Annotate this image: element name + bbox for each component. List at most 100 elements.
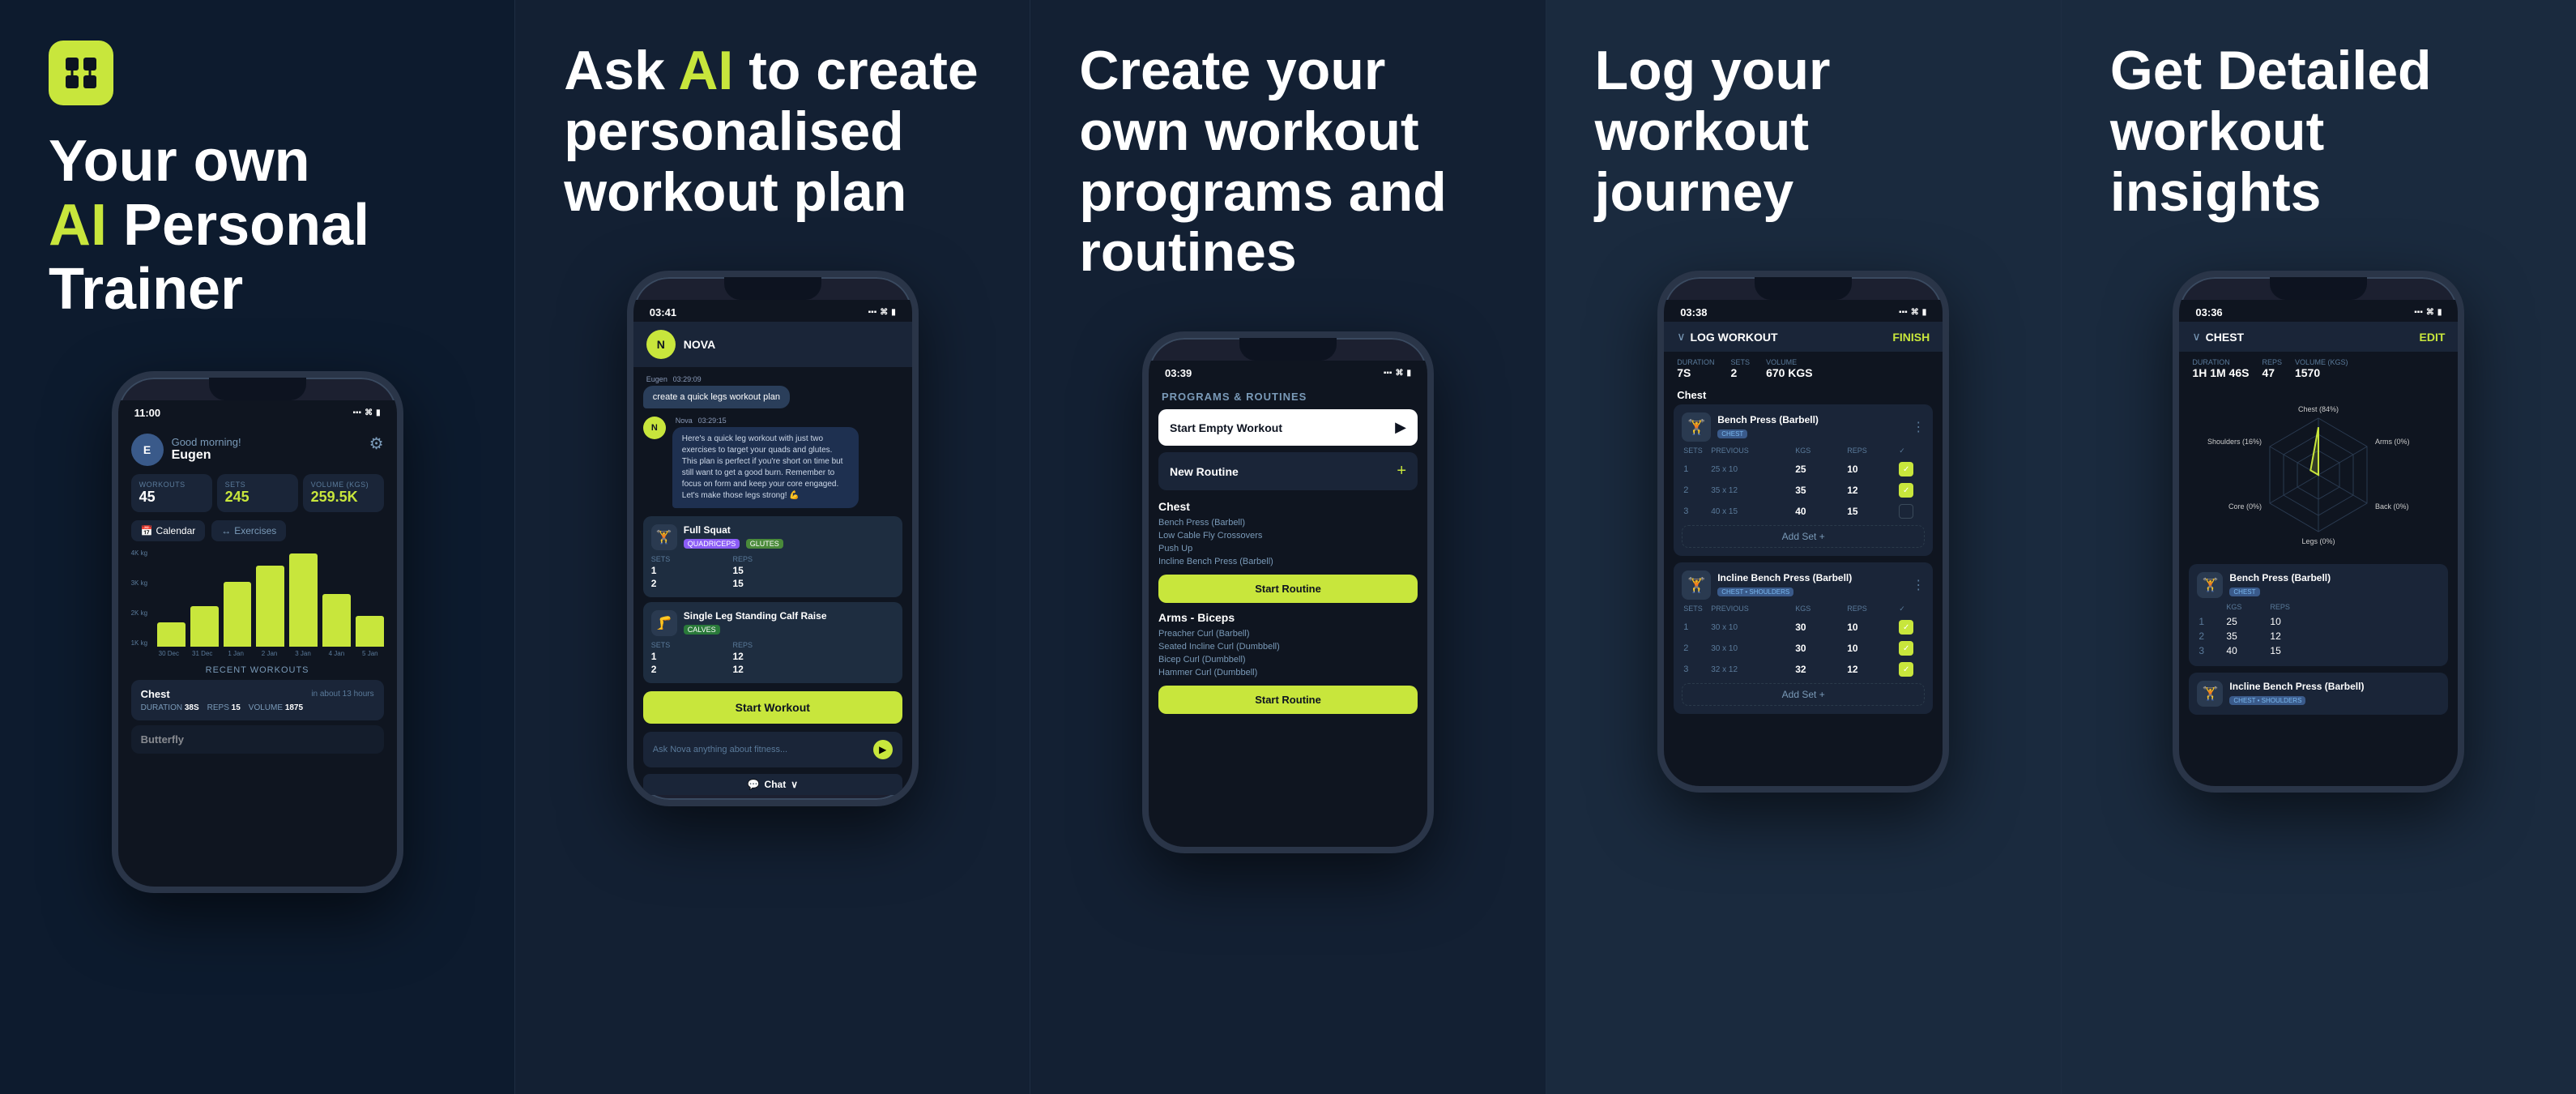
log-incline-name: Incline Bench Press (Barbell) [1717,572,1905,583]
workout-duration: DURATION 38S [141,703,199,712]
chat-send-button[interactable]: ▶ [873,740,893,759]
chest-ex-2: Push Up [1158,542,1418,555]
insights-stats-row: DURATION 1H 1M 46S REPS 47 VOLUME (KGS) … [2179,352,2458,386]
log-workout-title-area: ∨ LOG WORKOUT [1677,330,1777,344]
chest-ex-3: Incline Bench Press (Barbell) [1158,555,1418,568]
ex-icon-calf: 🦵 [651,610,677,636]
radar-chart: Chest (84%) Arms (0%) Back (0%) Legs (0%… [2205,394,2432,556]
log-workout-header: ∨ LOG WORKOUT FINISH [1664,322,1943,352]
stat-volume-label: VOLUME (KGS) [311,481,376,489]
chat-bubble-user: create a quick legs workout plan [643,386,790,408]
tab-calendar[interactable]: 📅 Calendar [131,520,206,541]
phone-5-container: 03:36 ▪▪▪ ⌘ ▮ ∨ CHEST EDIT [2110,271,2527,1053]
chat-header: N NOVA [633,322,912,367]
insights-bench-reps-1: 10 [2270,616,2310,627]
chat-tab-bar[interactable]: 💬 Chat ∨ [643,774,902,795]
wifi-icon-4: ⌘ [1911,308,1919,317]
finish-button[interactable]: FINISH [1892,331,1930,344]
insights-incline-tag: CHEST • SHOULDERS [2229,696,2305,705]
log-bench-name: Bench Press (Barbell) [1717,414,1905,425]
status-icons-4: ▪▪▪ ⌘ ▮ [1899,308,1926,317]
tab-calendar-label: Calendar [156,525,196,536]
chat-input-area[interactable]: Ask Nova anything about fitness... ▶ [643,732,902,767]
bench-add-set-button[interactable]: Add Set + [1682,525,1925,548]
arms-ex-2: Bicep Curl (Dumbbell) [1158,653,1418,666]
workout-reps-val: 15 [232,703,241,712]
insights-bench-tag: CHEST [2229,588,2259,596]
insights-duration-value: 1H 1M 46S [2192,366,2249,379]
incline-check-3[interactable]: ✓ [1899,662,1913,677]
settings-icon[interactable]: ⚙ [369,434,384,454]
log-duration-value: 7S [1677,366,1714,379]
incline-kgs-3: 32 [1795,664,1844,675]
radar-chart-container: Chest (84%) Arms (0%) Back (0%) Legs (0%… [2179,386,2458,564]
incline-add-set-button[interactable]: Add Set + [1682,683,1925,706]
insights-bench-col-headers: KGS REPS [2197,603,2440,611]
tab-exercises[interactable]: ↔ Exercises [211,520,286,541]
svg-text:Chest (84%): Chest (84%) [2298,405,2339,413]
workout-time-0: in about 13 hours [311,690,373,699]
workout-item-butterfly[interactable]: Butterfly [131,725,384,754]
new-routine-button[interactable]: New Routine + [1158,452,1418,490]
bar-3 [256,566,284,647]
chat-tab-chevron: ∨ [791,779,798,790]
chart-x-labels: 30 Dec 31 Dec 1 Jan 2 Jan 3 Jan 4 Jan 5 … [118,647,397,660]
incline-prev-2: 30 x 10 [1711,644,1792,653]
log-incline-menu-icon[interactable]: ⋮ [1912,577,1925,593]
ex-sets-squat: SETS REPS 1 15 2 15 [651,555,894,589]
workout-volume: VOLUME 1875 [249,703,303,712]
bar-5 [322,594,351,647]
bench-check-3[interactable] [1899,504,1913,519]
incline-prev-col: PREVIOUS [1711,605,1792,613]
arms-ex-0: Preacher Curl (Barbell) [1158,627,1418,640]
chat-sender-ai-name: Nova [676,417,693,425]
status-time-5: 03:36 [2195,306,2222,318]
log-sets-label: SETS [1731,358,1751,366]
bench-check-1[interactable]: ✓ [1899,462,1913,476]
squat-set-2: 2 [651,578,731,589]
phone-notch-5 [2270,277,2367,300]
start-empty-workout-button[interactable]: Start Empty Workout ▶ [1158,409,1418,446]
start-workout-button[interactable]: Start Workout [643,691,902,724]
insights-bench-name: Bench Press (Barbell) [2229,572,2331,583]
log-sets-value: 2 [1731,366,1751,379]
new-routine-plus-icon: + [1397,462,1406,481]
arms-start-routine-button[interactable]: Start Routine [1158,686,1418,714]
insights-exercise-bench: 🏋 Bench Press (Barbell) CHEST KGS REPS 1 [2189,564,2448,666]
insights-incline-header: 🏋 Incline Bench Press (Barbell) CHEST • … [2197,681,2440,707]
chat-sender-user-name: Eugen [646,375,667,383]
log-workout-title: LOG WORKOUT [1690,331,1777,344]
log-incline-set-3: 3 32 x 12 32 12 ✓ [1682,659,1925,680]
chat-messages-area: Eugen 03:29:09 create a quick legs worko… [633,367,912,516]
ex-tag-glutes: GLUTES [746,539,783,549]
chat-tab-icon: 💬 [748,779,760,790]
log-stats-row: DURATION 7S SETS 2 VOLUME 670 KGS [1664,352,1943,386]
insights-bench-reps-2: 12 [2270,630,2310,642]
bench-kgs-2: 35 [1795,485,1844,496]
chart-label-5: 4 Jan [323,650,350,657]
bar-0 [157,622,186,647]
insights-bench-kgs-3: 40 [2226,645,2267,656]
insights-kgs-col: KGS [2226,603,2267,611]
bench-check-2[interactable]: ✓ [1899,483,1913,498]
incline-check-1[interactable]: ✓ [1899,620,1913,635]
signal-icon-4: ▪▪▪ [1899,308,1908,317]
bench-prev-2: 35 x 12 [1711,486,1792,495]
kgs-col-label: KGS [1795,447,1844,455]
log-duration-label: DURATION [1677,358,1714,366]
nova-avatar: N [646,330,676,359]
workout-name-0: Chest [141,688,170,700]
log-incline-set-2: 2 30 x 10 30 10 ✓ [1682,638,1925,659]
insights-volume-value: 1570 [2295,366,2348,379]
back-chevron-icon: ∨ [1677,330,1685,344]
bar-6 [356,616,384,647]
svg-text:Back (0%): Back (0%) [2375,502,2409,511]
insights-bench-set-1: 1 25 10 [2197,614,2440,629]
incline-check-2[interactable]: ✓ [1899,641,1913,656]
insights-bench-header: 🏋 Bench Press (Barbell) CHEST [2197,572,2440,598]
log-bench-menu-icon[interactable]: ⋮ [1912,419,1925,435]
insights-edit-button[interactable]: EDIT [2420,331,2446,344]
chest-start-routine-button[interactable]: Start Routine [1158,575,1418,603]
log-incline-info: Incline Bench Press (Barbell) CHEST • SH… [1717,572,1905,598]
workout-item-chest[interactable]: Chest in about 13 hours DURATION 38S REP… [131,680,384,720]
